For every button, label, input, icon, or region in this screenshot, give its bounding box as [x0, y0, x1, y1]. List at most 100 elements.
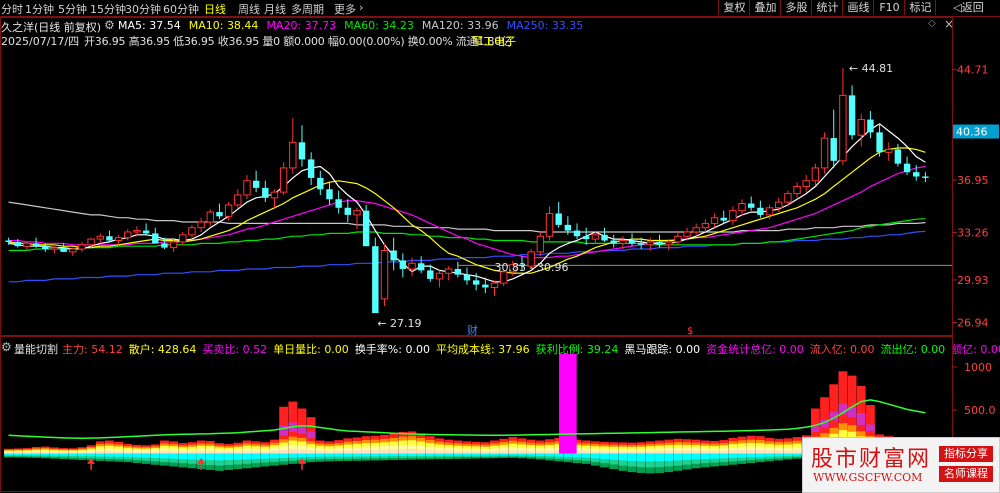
candle-body — [5, 240, 12, 242]
toolbar-button[interactable]: F10 — [873, 0, 905, 15]
toolbar-button[interactable]: 统计 — [811, 0, 843, 15]
volume-layer-bar — [95, 451, 105, 454]
watermark-tag-courses: 名师课程 — [939, 466, 993, 482]
toolbar-button[interactable]: ◁返回 — [935, 0, 1000, 15]
period-tab[interactable]: 1分钟 — [25, 1, 54, 17]
outflow-bar — [664, 453, 674, 461]
candle-body — [161, 243, 168, 248]
period-tab[interactable]: 分时 — [1, 1, 23, 17]
candle-body — [124, 231, 132, 239]
volume-layer-bar — [719, 450, 729, 454]
volume-layer-bar — [462, 451, 472, 454]
period-tab[interactable]: 月线 — [264, 1, 286, 17]
watermark-url: WWW.GSCFW.COM — [813, 471, 923, 484]
toolbar-button[interactable]: 画线 — [842, 0, 874, 15]
candle-body — [637, 243, 645, 245]
volume-layer-bar — [242, 450, 252, 454]
more-arrow-icon[interactable]: › — [359, 1, 363, 14]
volume-layer-bar — [215, 451, 224, 454]
candle-body — [619, 240, 627, 244]
volume-layer-bar — [315, 450, 325, 454]
outflow-bar — [13, 453, 23, 456]
candle-body — [913, 172, 920, 177]
period-tab[interactable]: 日线 — [204, 1, 226, 17]
volume-layer-bar — [774, 450, 784, 454]
outflow-bar — [554, 453, 564, 457]
outflow-bar — [471, 453, 481, 456]
candle-body — [490, 282, 499, 288]
watermark-tag-indicators: 指标分享 — [939, 446, 993, 462]
candle-body — [417, 263, 425, 271]
outflow-bar — [123, 453, 133, 457]
candle-body — [142, 230, 150, 234]
volume-layer-bar — [325, 451, 334, 454]
candle-body — [262, 187, 269, 198]
candle-body — [628, 240, 636, 244]
period-tab[interactable]: 5分钟 — [58, 1, 87, 17]
low-price-label: ← 27.19 — [377, 317, 421, 330]
candle-body — [738, 203, 746, 212]
outflow-bar — [279, 453, 289, 459]
toolbar-button[interactable]: 多股 — [780, 0, 812, 15]
outflow-bar — [710, 453, 719, 459]
candle-body — [784, 193, 792, 203]
volume-layer-bar — [471, 451, 481, 454]
toolbar-button[interactable]: 复权 — [718, 0, 750, 15]
outflow-bar — [205, 453, 215, 461]
volume-layer-bar — [444, 450, 454, 454]
outflow-bar — [645, 453, 655, 462]
outflow-bar — [444, 453, 454, 456]
candle-body — [692, 227, 700, 233]
volume-layer-bar — [306, 450, 316, 454]
volume-layer-bar — [270, 450, 279, 454]
outflow-bar — [306, 453, 316, 457]
volume-layer-bar — [600, 451, 609, 454]
volume-layer-bar — [535, 450, 545, 454]
period-tab[interactable]: 30分钟 — [125, 1, 161, 17]
candle-body — [216, 212, 223, 217]
candle-body — [729, 210, 737, 222]
outflow-bar — [517, 453, 527, 456]
volume-layer-bar — [86, 451, 96, 454]
candle-body — [169, 241, 178, 249]
candle-body — [839, 94, 847, 162]
period-tab[interactable]: 多周期 — [291, 1, 324, 17]
outflow-bar — [114, 453, 124, 457]
volume-layer-bar — [609, 451, 619, 454]
outflow-bar — [260, 453, 270, 459]
volume-layer-bar — [343, 450, 353, 454]
candle-body — [857, 119, 865, 136]
volume-layer-bar — [297, 449, 307, 454]
candle-body — [87, 238, 95, 246]
volume-layer-bar — [59, 452, 68, 454]
finance-event-marker: 财 — [467, 323, 478, 337]
ma20-line — [8, 165, 926, 259]
outflow-bar — [315, 453, 325, 457]
volume-layer-bar — [508, 450, 518, 454]
candle-body — [224, 204, 233, 217]
period-tab[interactable]: 15分钟 — [90, 1, 126, 17]
volume-layer-bar — [710, 450, 719, 454]
candle-body — [243, 180, 251, 196]
volume-layer-bar — [517, 450, 527, 454]
ma10-line — [8, 147, 926, 274]
candle-body — [830, 138, 837, 161]
outflow-bar — [187, 453, 197, 460]
candle-body — [894, 149, 902, 164]
outflow-bar — [288, 453, 298, 458]
toolbar-button[interactable]: 标记 — [904, 0, 936, 15]
volume-layer-bar — [435, 450, 444, 454]
candle-body — [298, 142, 306, 160]
period-toolbar: 分时 1分钟 5分钟 15分钟 30分钟 60分钟 日线 周线 月线 多周期 更多 › 复权 叠加 多股统… — [0, 0, 1000, 17]
toolbar-button[interactable]: 叠加 — [749, 0, 781, 15]
volume-layer-bar — [545, 450, 554, 454]
cost-line — [8, 399, 926, 440]
outflow-bar — [77, 453, 87, 457]
volume-layer-bar — [737, 450, 747, 454]
period-tab[interactable]: 60分钟 — [163, 1, 199, 17]
volume-layer-bar — [407, 449, 417, 454]
period-tab[interactable]: 更多 — [334, 1, 356, 17]
candle-body — [674, 235, 682, 243]
period-tab[interactable]: 周线 — [238, 1, 260, 17]
volume-layer-bar — [31, 452, 41, 454]
